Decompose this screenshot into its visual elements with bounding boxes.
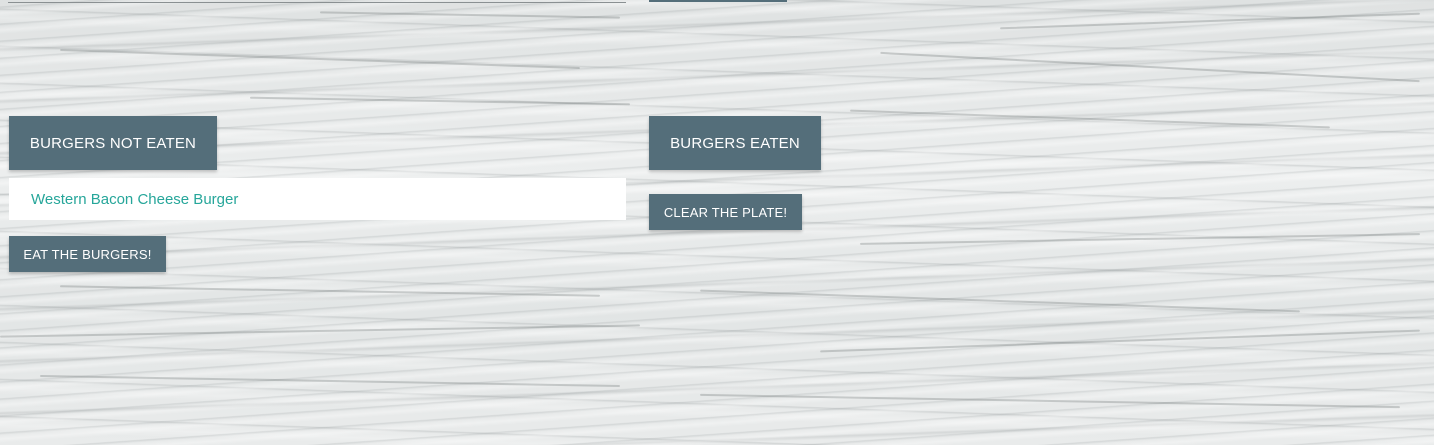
burger-list: Western Bacon Cheese Burger — [9, 178, 626, 220]
top-button-edge — [649, 0, 787, 2]
list-item[interactable]: Western Bacon Cheese Burger — [9, 178, 626, 220]
burgers-not-eaten-header: BURGERS NOT EATEN — [9, 116, 217, 170]
burger-name: Western Bacon Cheese Burger — [31, 190, 239, 208]
burgers-eaten-header: BURGERS EATEN — [649, 116, 821, 170]
clear-the-plate-button[interactable]: CLEAR THE PLATE! — [649, 194, 802, 230]
eat-the-burgers-button[interactable]: EAT THE BURGERS! — [9, 236, 166, 272]
top-divider-line — [8, 2, 626, 3]
